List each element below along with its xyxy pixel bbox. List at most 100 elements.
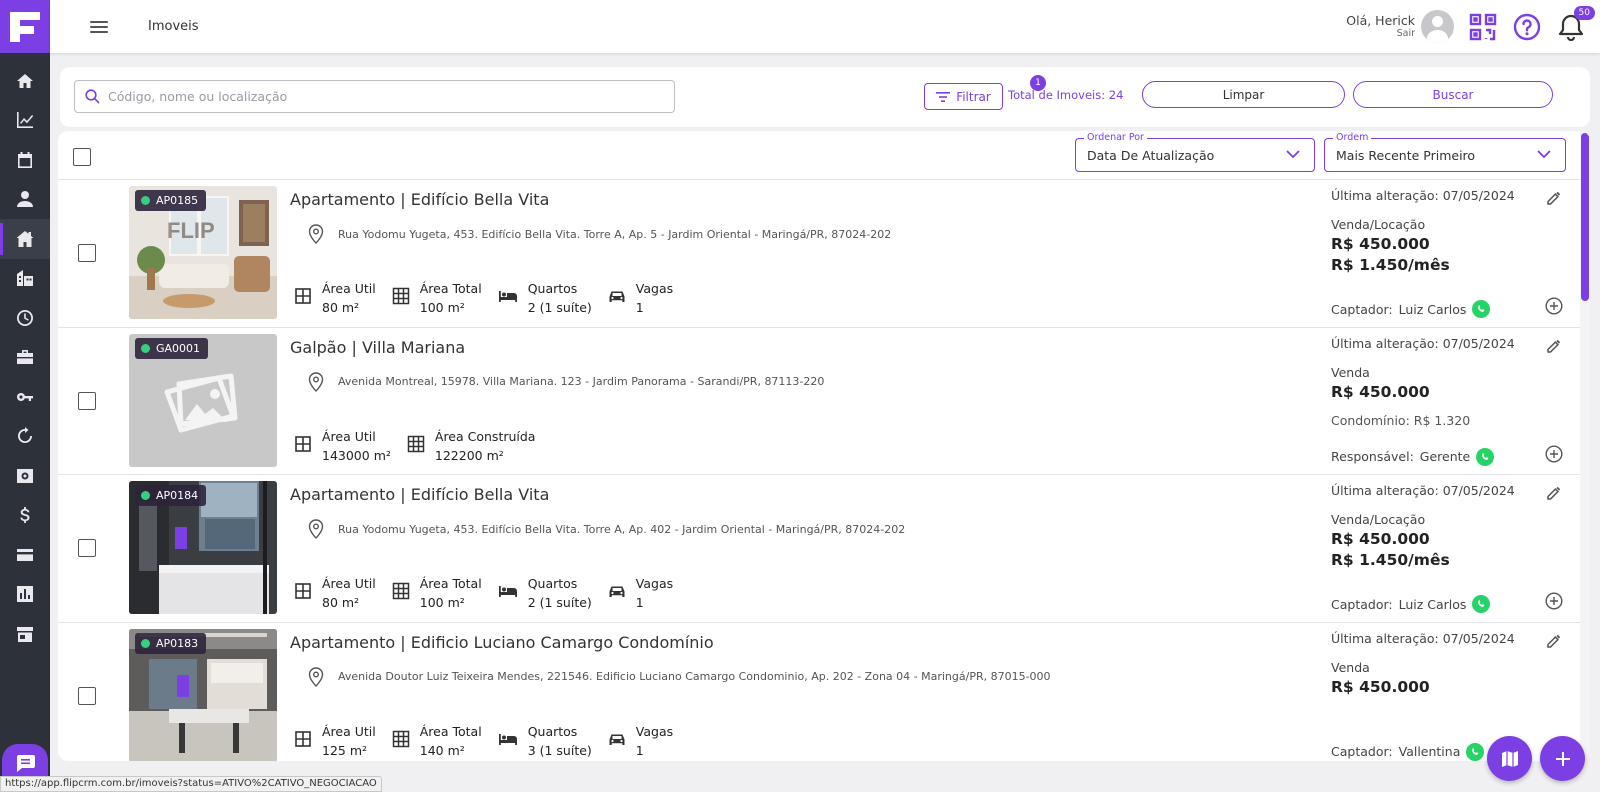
last-update: Última alteração: 07/05/2024: [1331, 188, 1515, 203]
order-select[interactable]: Ordem Mais Recente Primeiro: [1324, 132, 1566, 172]
listing-row[interactable]: AP0183 Apartamento | Edificio Luciano Cam…: [58, 623, 1590, 761]
property-title[interactable]: Galpão | Villa Mariana: [290, 338, 465, 357]
sidebar-item-house[interactable]: [0, 219, 50, 259]
property-photo[interactable]: GA0001: [129, 333, 277, 467]
property-photo[interactable]: FLIP AP0185: [129, 186, 277, 319]
chart-icon: [17, 112, 34, 129]
property-title[interactable]: Apartamento | Edifício Bella Vita: [290, 485, 549, 504]
property-photo[interactable]: AP0183: [129, 628, 277, 761]
listing-row[interactable]: FLIP AP0185 Apartamento | Edifício Bella V…: [58, 180, 1590, 328]
sidebar-item-clock[interactable]: [0, 298, 50, 338]
row-checkbox[interactable]: [78, 244, 96, 262]
page-title: Imoveis: [148, 19, 199, 34]
scrollbar-thumb[interactable]: [1581, 133, 1589, 301]
order-by-value: Data De Atualização: [1087, 147, 1215, 163]
spec-item: Área Util 143000 m²: [294, 427, 391, 466]
sidebar-item-refresh[interactable]: [0, 417, 50, 457]
status-dot: [141, 196, 150, 205]
add-circle-icon[interactable]: [1545, 444, 1563, 467]
bed-icon: [498, 288, 518, 308]
whatsapp-icon[interactable]: [1472, 300, 1491, 318]
property-title[interactable]: Apartamento | Edificio Luciano Camargo C…: [290, 633, 714, 652]
sidebar-item-chart[interactable]: [0, 101, 50, 141]
property-code-badge: AP0184: [135, 485, 207, 506]
grid-icon: [392, 287, 410, 309]
spec-label: Vagas: [635, 576, 674, 591]
agent-role: Captador:: [1331, 744, 1393, 759]
spec-item: Vagas 1: [608, 574, 673, 613]
menu-icon[interactable]: [90, 20, 108, 33]
spec-value: 1: [635, 300, 644, 316]
chevron-down-icon: [1286, 150, 1300, 159]
last-update: Última alteração: 07/05/2024: [1331, 335, 1515, 351]
spec-value: 3 (1 suíte): [527, 742, 592, 758]
sidebar-item-card[interactable]: [0, 535, 50, 575]
add-circle-icon[interactable]: [1545, 297, 1563, 319]
logout-link[interactable]: Sair: [1346, 28, 1415, 39]
property-address: Avenida Doutor Luiz Teixeira Mendes, 221…: [308, 666, 1051, 687]
bed-icon: [498, 583, 518, 603]
address-text: Rua Yodomu Yugeta, 453. Edifício Bella V…: [338, 227, 892, 241]
home-icon: [17, 73, 33, 88]
qr-code-icon[interactable]: [1468, 12, 1498, 42]
sidebar-item-store[interactable]: [0, 614, 50, 654]
whatsapp-icon[interactable]: [1466, 742, 1485, 761]
edit-pencil-icon[interactable]: [1546, 485, 1562, 505]
sidebar-item-report[interactable]: [0, 575, 50, 615]
row-checkbox[interactable]: [78, 686, 96, 705]
filter-button[interactable]: Filtrar 1: [924, 75, 1046, 110]
order-by-select[interactable]: Ordenar Por Data De Atualização: [1075, 132, 1315, 172]
search-input[interactable]: [108, 89, 648, 104]
listing-row[interactable]: AP0184 Apartamento | Edifício Bella Vita R…: [58, 475, 1590, 623]
list-header: Ordenar Por Data De Atualização Ordem Ma…: [58, 131, 1590, 180]
select-all-checkbox[interactable]: [73, 148, 91, 166]
property-photo[interactable]: AP0184: [129, 481, 277, 614]
notification-bell-icon[interactable]: 50: [1556, 5, 1595, 42]
order-by-label: Ordenar Por: [1084, 132, 1147, 143]
map-view-button[interactable]: [1487, 736, 1532, 781]
building-icon: [17, 270, 33, 287]
rent-price: R$ 1.450/mês: [1331, 256, 1450, 274]
property-code: AP0185: [156, 194, 199, 207]
edit-pencil-icon[interactable]: [1546, 190, 1562, 210]
sidebar-item-calendar[interactable]: [0, 140, 50, 180]
svg-text:FLIP: FLIP: [167, 218, 215, 243]
price-block: Última alteração: 07/05/2024 Venda R$ 450.…: [1331, 336, 1541, 428]
clear-button[interactable]: Limpar: [1142, 81, 1345, 108]
add-property-button[interactable]: [1540, 736, 1585, 781]
spec-label: Área Total: [419, 723, 482, 739]
sidebar-item-person[interactable]: [0, 180, 50, 220]
price: R$ 450.000: [1331, 530, 1430, 548]
agent-role: Captador:: [1331, 596, 1393, 612]
sidebar-item-briefcase[interactable]: [0, 338, 50, 378]
refresh-icon: [18, 427, 32, 444]
whatsapp-icon[interactable]: [1476, 447, 1495, 466]
spec-label: Área Construída: [434, 428, 536, 444]
spec-label: Área Util: [322, 723, 376, 739]
spec-value: 1: [635, 742, 644, 758]
edit-pencil-icon[interactable]: [1546, 338, 1562, 358]
flip-logo[interactable]: [0, 0, 50, 53]
sidebar-item-dollar[interactable]: [0, 496, 50, 536]
sidebar-item-key[interactable]: [0, 377, 50, 417]
sidebar-item-home[interactable]: [0, 61, 50, 101]
row-checkbox[interactable]: [78, 539, 96, 557]
agent-role: Responsável:: [1331, 449, 1414, 464]
house-icon: [16, 230, 34, 247]
scrollbar[interactable]: [1580, 131, 1590, 761]
edit-pencil-icon[interactable]: [1546, 633, 1562, 653]
status-dot: [141, 491, 150, 500]
sidebar-item-safe[interactable]: [0, 456, 50, 496]
row-checkbox[interactable]: [78, 391, 96, 410]
property-code: AP0183: [156, 636, 199, 650]
property-title[interactable]: Apartamento | Edifício Bella Vita: [290, 190, 549, 209]
address-text: Rua Yodomu Yugeta, 453. Edifício Bella V…: [338, 522, 906, 536]
avatar[interactable]: [1421, 10, 1454, 43]
whatsapp-icon[interactable]: [1472, 595, 1491, 613]
location-pin-icon: [308, 371, 324, 392]
add-circle-icon[interactable]: [1545, 592, 1563, 614]
sidebar-item-building[interactable]: [0, 259, 50, 299]
help-icon[interactable]: [1512, 12, 1542, 42]
search-button[interactable]: Buscar: [1353, 81, 1553, 108]
listing-row[interactable]: GA0001 Galpão | Villa Mariana Avenida Mont…: [58, 328, 1590, 475]
